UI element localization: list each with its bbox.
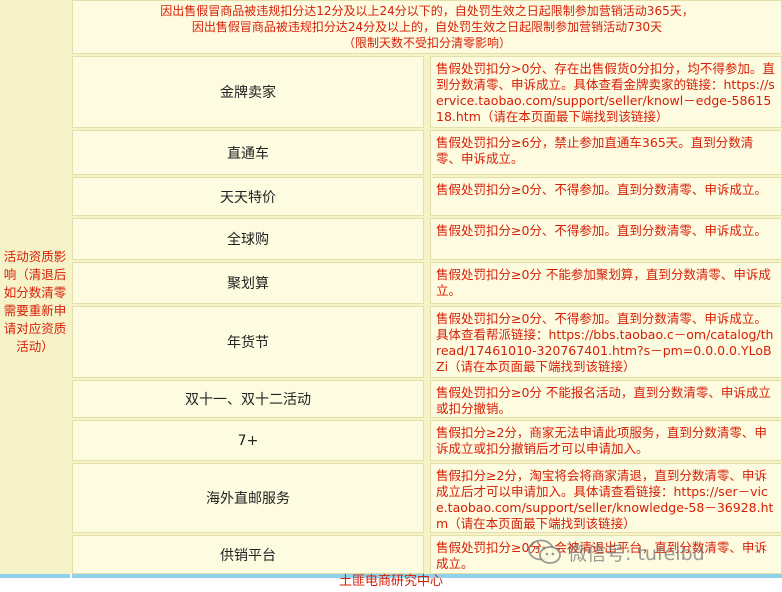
top-notice-line: （限制天数不受扣分清零影响） (342, 36, 511, 50)
activity-rule: 售假处罚扣分≥0分 不能参加聚划算，直到分数清零、申诉成立。 (430, 262, 782, 304)
activity-rule: 售假处罚扣分>0分、存在出售假货0分扣分，均不得参加。直到分数清零、申诉成立。具… (430, 56, 782, 128)
activity-rule: 售假处罚扣分≥0分、不得参加。直到分数清零、申诉成立。具体查看帮派链接：http… (430, 306, 782, 378)
top-notice-line: 因出售假冒商品被违规扣分达12分及以上24分以下的，自处罚生效之日起限制参加营销… (160, 4, 694, 18)
activity-name: 年货节 (72, 306, 424, 378)
activity-name-text: 全球购 (227, 232, 269, 248)
activity-rule: 售假处罚扣分≥0分、不得参加。直到分数清零、申诉成立。 (430, 218, 782, 260)
top-notice: 因出售假冒商品被违规扣分达12分及以上24分以下的，自处罚生效之日起限制参加营销… (72, 0, 782, 54)
activity-name-text: 供销平台 (220, 547, 276, 564)
left-category-label: 活动资质影响（清退后如分数清零需要重新申请对应资质活动） (0, 0, 70, 574)
activity-rule: 售假处罚扣分≥0分 不能报名活动，直到分数清零、申诉成立或扣分撤销。 (430, 380, 782, 418)
watermark-text: 微信号: tufeibd (568, 542, 705, 565)
activity-name: 双十一、双十二活动 (72, 380, 424, 418)
top-notice-line: 因出售假冒商品被违规扣分达24分及以上的，自处罚生效之日起限制参加营销活动730… (191, 20, 663, 34)
activity-name: 7+ (72, 420, 424, 461)
activity-name-text: 天天特价 (220, 189, 276, 206)
activity-name: 全球购 (72, 218, 424, 260)
activity-rule: 售假扣分≥2分，淘宝将会将商家清退，直到分数清零、申诉成立后才可以申请加入。具体… (430, 463, 782, 533)
activity-name-text: 金牌卖家 (220, 85, 276, 101)
activity-name-text: 7+ (237, 432, 259, 449)
activity-name: 供销平台 (72, 535, 424, 574)
activity-name-text: 聚划算 (227, 276, 269, 292)
activity-name: 金牌卖家 (72, 56, 424, 128)
activity-name-text: 直通车 (227, 145, 269, 162)
activity-name: 天天特价 (72, 177, 424, 216)
activity-name: 海外直邮服务 (72, 463, 424, 533)
left-category-text: 活动资质影响（清退后如分数清零需要重新申请对应资质活动） (3, 249, 67, 354)
activity-name-text: 双十一、双十二活动 (185, 392, 311, 408)
wechat-logo-icon (528, 539, 561, 564)
table-grid: 因出售假冒商品被违规扣分达12分及以上24分以下的，自处罚生效之日起限制参加营销… (0, 0, 782, 574)
activity-rule: 售假处罚扣分≥0分、不得参加。直到分数清零、申诉成立。 (430, 177, 782, 216)
wechat-watermark: 微信号: tufeibd (528, 537, 705, 567)
activity-name-text: 年货节 (227, 335, 269, 351)
activity-name: 直通车 (72, 130, 424, 175)
activity-rule: 售假扣分≥2分，商家无法申请此项服务，直到分数清零、申诉成立或扣分撤销后才可以申… (430, 420, 782, 461)
footer-source-text: 土匪电商研究中心 (338, 574, 443, 589)
activity-rule: 售假处罚扣分≥6分，禁止参加直通车365天。直到分数清零、申诉成立。 (430, 130, 782, 175)
activity-name-text: 海外直邮服务 (206, 491, 290, 507)
activity-name: 聚划算 (72, 262, 424, 304)
